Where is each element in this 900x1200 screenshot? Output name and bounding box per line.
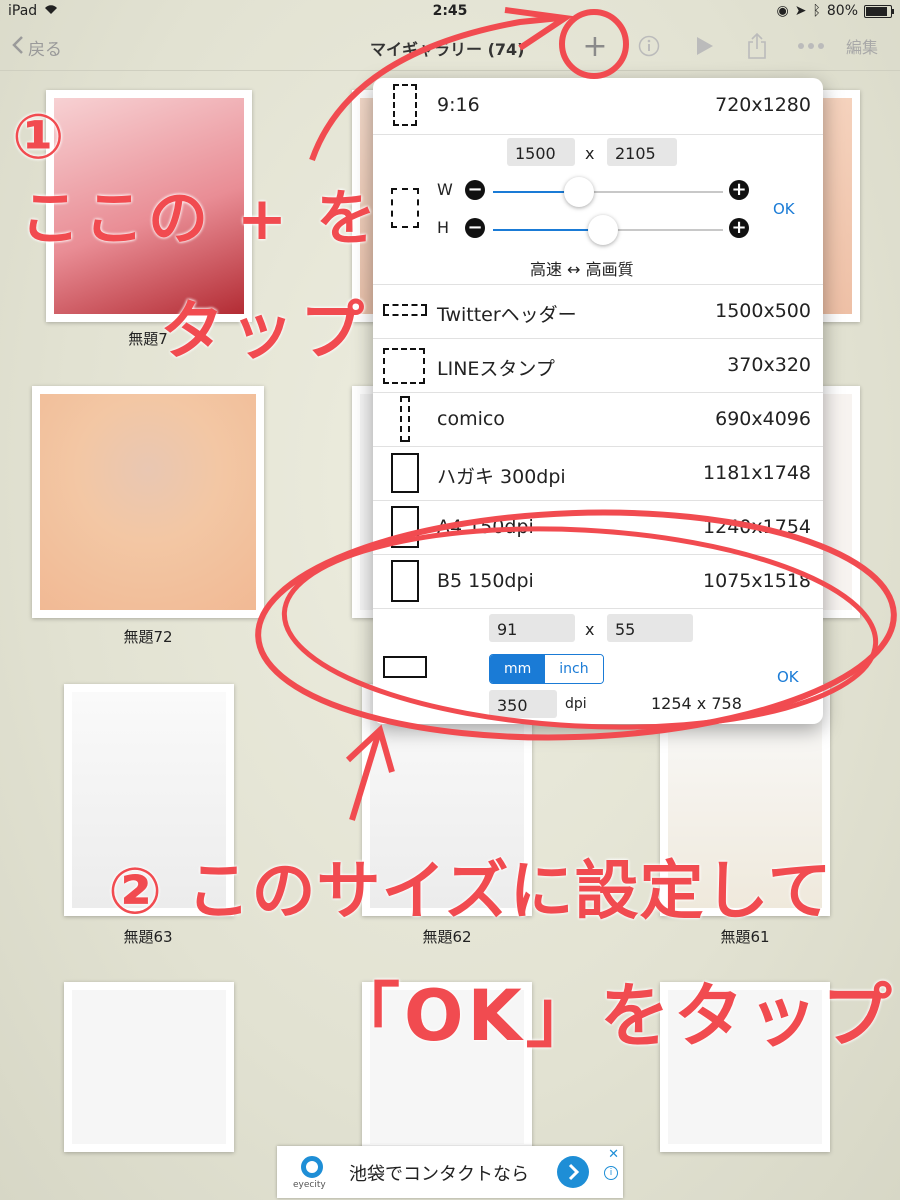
gallery-item-4[interactable] [32,386,264,618]
custom-pixel-size: 1500 x 2105 W − + H − + OK 高速 ↔ 高画質 [373,134,823,285]
eyecity-logo-icon [301,1156,323,1178]
gallery-caption: 無題72 [123,628,173,646]
back-label: 戻る [28,40,62,60]
play-icon [697,37,713,55]
preset-row-line-stamp[interactable]: LINEスタンプ 370x320 [373,338,823,393]
ad-info-icon[interactable]: i [604,1166,618,1180]
preset-name: Twitterヘッダー [437,304,577,326]
more-button[interactable] [794,30,828,62]
width-plus-button[interactable]: + [729,180,749,200]
preset-size: 720x1280 [715,94,811,116]
battery-icon [864,4,894,18]
step1-number: ① [12,100,65,173]
preset-size: 690x4096 [715,408,811,430]
chevron-left-icon [12,35,24,60]
page-title: マイギャラリー (74) [370,40,525,59]
preset-size: 370x320 [727,354,811,376]
height-minus-button[interactable]: − [465,218,485,238]
preset-row-comico[interactable]: comico 690x4096 [373,392,823,447]
unit-segmented-control: mm inch [489,654,604,684]
bluetooth-icon: ᛒ [812,3,821,19]
play-button[interactable] [688,30,722,62]
dpi-input[interactable]: 350 [489,690,557,718]
ad-arrow-button[interactable] [557,1156,589,1188]
preset-size: 1181x1748 [703,462,811,484]
preset-row-9-16[interactable]: 9:16 720x1280 [373,78,823,135]
times-label: x [585,144,595,163]
nav-bar: 戻る マイギャラリー (74) + 編集 [0,24,900,71]
quality-label: 高速 ↔ 高画質 [530,260,634,279]
preset-row-b5[interactable]: B5 150dpi 1075x1518 [373,554,823,609]
step2-instruction: ② このサイズに設定して [108,855,833,929]
edit-button[interactable]: 編集 [842,30,882,62]
step1-instruction-tap: タップ [160,295,370,369]
pixel-result: 1254 x 758 [651,694,742,713]
info-icon [638,35,660,57]
unit-mm-option[interactable]: mm [490,655,546,683]
info-button[interactable] [632,30,666,62]
times-label: x [585,620,595,639]
preset-name: LINEスタンプ [437,358,555,380]
preset-name: A4 150dpi [437,516,534,538]
preset-size: 1075x1518 [703,570,811,592]
canvas-size-popover: 9:16 720x1280 1500 x 2105 W − + H − + OK… [373,78,823,724]
status-bar: iPad 2:45 ◉ ➤ ᛒ 80% [0,0,900,24]
share-icon [748,32,766,59]
custom-canvas-icon [391,188,419,228]
preset-name: B5 150dpi [437,570,534,592]
preset-name: 9:16 [437,94,480,116]
preset-size: 1500x500 [715,300,811,322]
preset-row-postcard[interactable]: ハガキ 300dpi 1181x1748 [373,446,823,501]
ad-banner[interactable]: eyecity 池袋でコンタクトなら ✕ i [277,1146,623,1198]
width-input[interactable]: 1500 [507,138,575,166]
more-icon [798,43,824,49]
artwork-thumbnail [72,990,226,1144]
width-slider[interactable] [493,177,723,207]
print-height-input[interactable]: 55 [607,614,693,642]
back-button[interactable]: 戻る [12,35,62,60]
height-plus-button[interactable]: + [729,218,749,238]
gallery-item-10[interactable] [64,982,234,1152]
ok-button[interactable]: OK [773,200,795,218]
height-slider[interactable] [493,215,723,245]
dpi-label: dpi [565,696,587,712]
ad-brand: eyecity [293,1180,326,1190]
custom-print-size: 91 x 55 mm inch OK 350 dpi 1254 x 758 [373,608,823,724]
artwork-thumbnail [40,394,256,610]
unit-inch-option[interactable]: inch [545,655,603,683]
status-time: 2:45 [432,3,468,19]
ad-text: 池袋でコンタクトなら [349,1164,529,1185]
location-icon: ➤ [794,3,807,19]
rotation-lock-icon: ◉ [776,3,789,19]
height-slider-label: H [437,218,450,237]
preset-row-twitter[interactable]: Twitterヘッダー 1500x500 [373,284,823,339]
step2-instruction-ok: 「OK」をタップ [330,975,896,1057]
print-ok-button[interactable]: OK [777,668,799,686]
share-button[interactable] [740,30,774,62]
postcard-canvas-icon [391,453,419,493]
width-minus-button[interactable]: − [465,180,485,200]
preset-row-a4[interactable]: A4 150dpi 1240x1754 [373,500,823,555]
ad-close-icon[interactable]: ✕ [608,1147,619,1162]
preset-name: comico [437,408,505,430]
preset-name: ハガキ 300dpi [437,466,566,488]
square-canvas-icon [383,348,425,384]
battery-percent: 80% [826,3,858,19]
a4-canvas-icon [391,506,419,548]
print-width-input[interactable]: 91 [489,614,575,642]
width-slider-label: W [437,180,453,199]
preset-size: 1240x1754 [703,516,811,538]
height-input[interactable]: 2105 [607,138,677,166]
plus-icon: + [582,28,608,64]
chevron-right-icon [568,1163,580,1181]
portrait-canvas-icon [393,84,417,126]
wide-canvas-icon [383,304,427,316]
tall-canvas-icon [400,396,410,442]
landscape-canvas-icon [383,656,427,678]
add-button[interactable]: + [578,28,612,64]
b5-canvas-icon [391,560,419,602]
step1-instruction: ここの + を [20,184,381,254]
